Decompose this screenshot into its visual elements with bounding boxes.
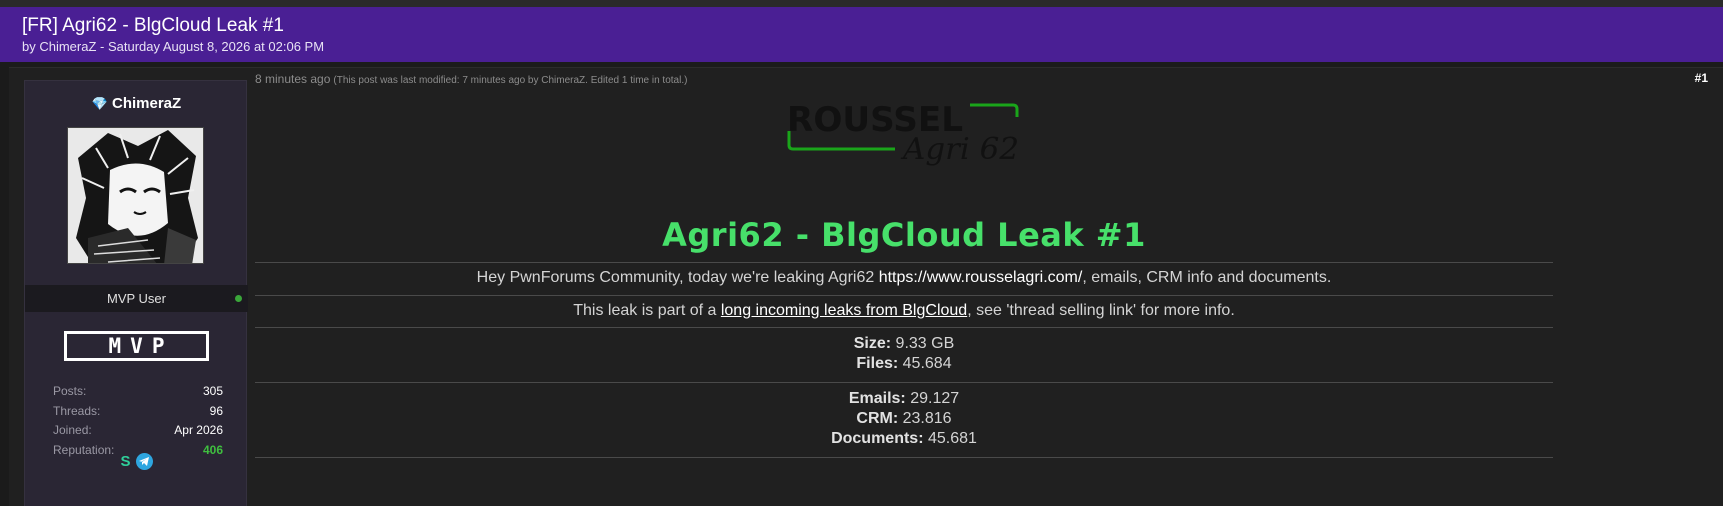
- mvp-badge: MVP: [64, 331, 209, 361]
- stat-posts: Posts: 305: [53, 382, 223, 402]
- intro-line: Hey PwnForums Community, today we're lea…: [255, 269, 1553, 287]
- user-stats: Posts: 305 Threads: 96 Joined: Apr 2026 …: [53, 382, 223, 460]
- stat-threads: Threads: 96: [53, 402, 223, 422]
- avatar-image: [68, 128, 203, 263]
- part-text-end: , see 'thread selling link' for more inf…: [967, 302, 1235, 319]
- avatar[interactable]: [67, 127, 204, 264]
- blgcloud-leaks-link[interactable]: long incoming leaks from BlgCloud: [721, 302, 967, 319]
- files-value: 45.684: [898, 355, 952, 372]
- emails-label: Emails:: [848, 390, 906, 407]
- site-link[interactable]: https://www.rousselagri.com/: [879, 269, 1083, 286]
- top-strip: [0, 0, 1723, 7]
- documents-value: 45.681: [923, 430, 977, 447]
- stat-label: Reputation:: [53, 442, 115, 457]
- post-body: 8 minutes ago (This post was last modifie…: [255, 68, 1723, 506]
- thread-byline: by ChimeraZ - Saturday August 8, 2026 at…: [22, 39, 325, 54]
- emails-value: 29.127: [905, 390, 960, 407]
- size-label: Size:: [853, 335, 892, 352]
- post-container: 💎 ChimeraZ MVP User MVP Posts: 305 Threa…: [9, 67, 1723, 506]
- stat-joined: Joined: Apr 2026: [53, 421, 223, 441]
- post-modified-note: (This post was last modified: 7 minutes …: [333, 75, 688, 86]
- stat-value: 96: [209, 403, 223, 418]
- post-number-link[interactable]: #1: [1695, 71, 1708, 85]
- files-label: Files:: [856, 355, 899, 372]
- username: ChimeraZ: [112, 95, 182, 112]
- stat-label: Threads:: [53, 403, 101, 418]
- size-line: Size: 9.33 GB: [255, 335, 1553, 353]
- telegram-icon[interactable]: [136, 453, 153, 470]
- stat-value: Apr 2026: [174, 423, 223, 437]
- user-rank: MVP User: [25, 285, 248, 312]
- divider: [255, 262, 1553, 263]
- stat-label: Joined:: [53, 423, 92, 437]
- diamond-icon: 💎: [91, 96, 108, 111]
- divider: [255, 457, 1553, 458]
- crm-value: 23.816: [898, 410, 952, 427]
- social-links: S: [117, 453, 157, 471]
- thread-title: [FR] Agri62 - BlgCloud Leak #1: [22, 15, 284, 36]
- size-value: 9.33 GB: [891, 335, 955, 352]
- part-text: This leak is part of a: [573, 302, 721, 319]
- intro-text: Hey PwnForums Community, today we're lea…: [476, 269, 879, 286]
- files-line: Files: 45.684: [255, 355, 1553, 373]
- divider: [255, 295, 1553, 296]
- documents-line: Documents: 45.681: [255, 430, 1553, 448]
- thread-header: [FR] Agri62 - BlgCloud Leak #1 by Chimer…: [0, 7, 1723, 62]
- divider: [255, 382, 1553, 383]
- stat-value: 305: [202, 384, 223, 398]
- online-status-dot: [235, 295, 242, 302]
- username-link[interactable]: 💎 ChimeraZ: [25, 95, 248, 112]
- intro-text-end: , emails, CRM info and documents.: [1082, 269, 1332, 286]
- post-heading: Agri62 - BlgCloud Leak #1: [662, 216, 1146, 254]
- emails-line: Emails: 29.127: [255, 390, 1553, 408]
- post-meta: 8 minutes ago (This post was last modifie…: [255, 72, 687, 86]
- rank-label: MVP User: [107, 291, 166, 306]
- post-time: 8 minutes ago: [255, 72, 331, 86]
- stat-label: Posts:: [53, 384, 87, 398]
- leak-part-line: This leak is part of a long incoming lea…: [255, 302, 1553, 320]
- crm-line: CRM: 23.816: [255, 410, 1553, 428]
- reputation-value[interactable]: 406: [203, 441, 223, 461]
- divider: [255, 327, 1553, 328]
- documents-label: Documents:: [831, 430, 924, 447]
- session-icon[interactable]: S: [117, 453, 134, 470]
- user-sidebar: 💎 ChimeraZ MVP User MVP Posts: 305 Threa…: [24, 80, 248, 506]
- logo-script: Agri 62: [900, 132, 1019, 167]
- crm-label: CRM:: [856, 410, 899, 427]
- roussel-agri62-logo: ROUSSEL Agri 62: [785, 91, 1025, 175]
